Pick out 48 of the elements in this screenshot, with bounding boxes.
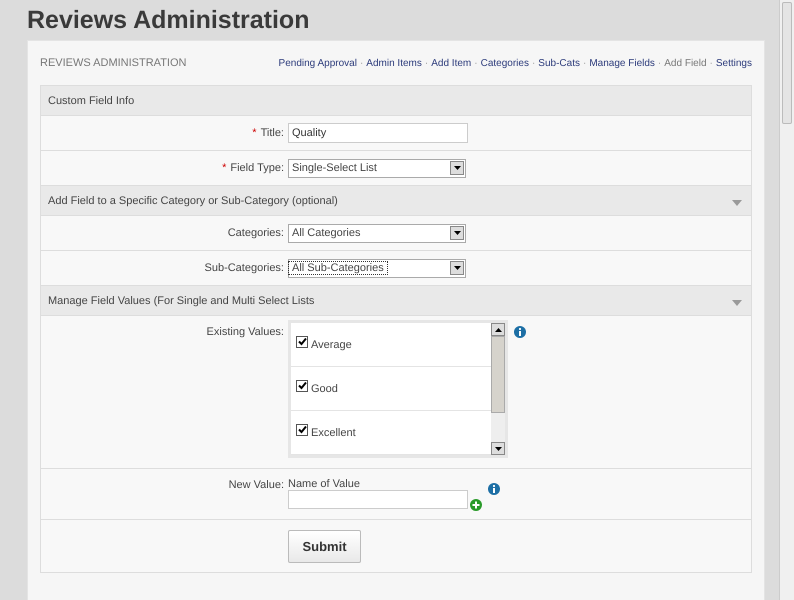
section-title: Add Field to a Specific Category or Sub-Category (optional) [48, 194, 338, 206]
submit-button[interactable]: Submit [288, 530, 361, 562]
value-label: Excellent [311, 426, 356, 438]
separator-dot: · [710, 58, 713, 68]
field-label: Categories: [228, 227, 284, 239]
section-title: Custom Field Info [48, 94, 134, 106]
page-scrollbar[interactable] [779, 0, 794, 600]
nav-link[interactable]: Settings [716, 58, 752, 68]
nav-link[interactable]: Admin Items [366, 58, 422, 68]
select-dropdown[interactable]: Single-Select List [288, 158, 466, 178]
field-label: Existing Values: [206, 326, 284, 338]
checkbox[interactable] [296, 380, 308, 392]
required-asterisk: * [222, 162, 226, 174]
add-icon[interactable] [470, 499, 482, 511]
nav-link[interactable]: Categories [480, 58, 529, 68]
checkbox[interactable] [296, 424, 308, 436]
field-label: New Value: [228, 479, 284, 491]
separator-dot: · [532, 58, 536, 68]
checkbox[interactable] [296, 336, 308, 348]
value-label: Average [311, 338, 352, 350]
info-icon[interactable] [488, 483, 500, 495]
scroll-down-icon[interactable] [491, 442, 505, 455]
nav-link[interactable]: Sub-Cats [538, 58, 580, 68]
new-value-input[interactable] [288, 490, 468, 508]
scroll-up-icon[interactable] [491, 323, 505, 336]
select-dropdown[interactable]: All Categories [288, 224, 466, 242]
field-label: Field Type: [230, 162, 284, 174]
separator-dot: · [658, 58, 662, 68]
nav-link[interactable]: Pending Approval [278, 58, 357, 68]
info-icon[interactable] [514, 326, 526, 338]
value-label: Good [311, 382, 338, 394]
scroll-thumb[interactable] [491, 336, 505, 413]
nav-link[interactable]: Add Field [664, 58, 707, 68]
nav-link[interactable]: Manage Fields [589, 58, 655, 68]
page-title: Reviews Administration [27, 5, 310, 36]
separator-dot: · [424, 58, 428, 68]
title-input[interactable]: Quality [288, 123, 468, 143]
section-title: Manage Field Values (For Single and Multi Select Lists [48, 294, 314, 306]
nav-link[interactable]: Add Item [431, 58, 472, 68]
required-asterisk: * [252, 127, 257, 139]
field-caption: Name of Value [288, 478, 361, 490]
field-label: Sub-Categories: [204, 262, 284, 274]
select-dropdown[interactable]: All Sub-Categories [288, 258, 466, 278]
separator-dot: · [360, 58, 364, 68]
separator-dot: · [582, 58, 586, 68]
field-label: Title: [260, 127, 284, 139]
separator-dot: · [474, 58, 478, 68]
panel-heading: REVIEWS ADMINISTRATION [40, 57, 186, 69]
